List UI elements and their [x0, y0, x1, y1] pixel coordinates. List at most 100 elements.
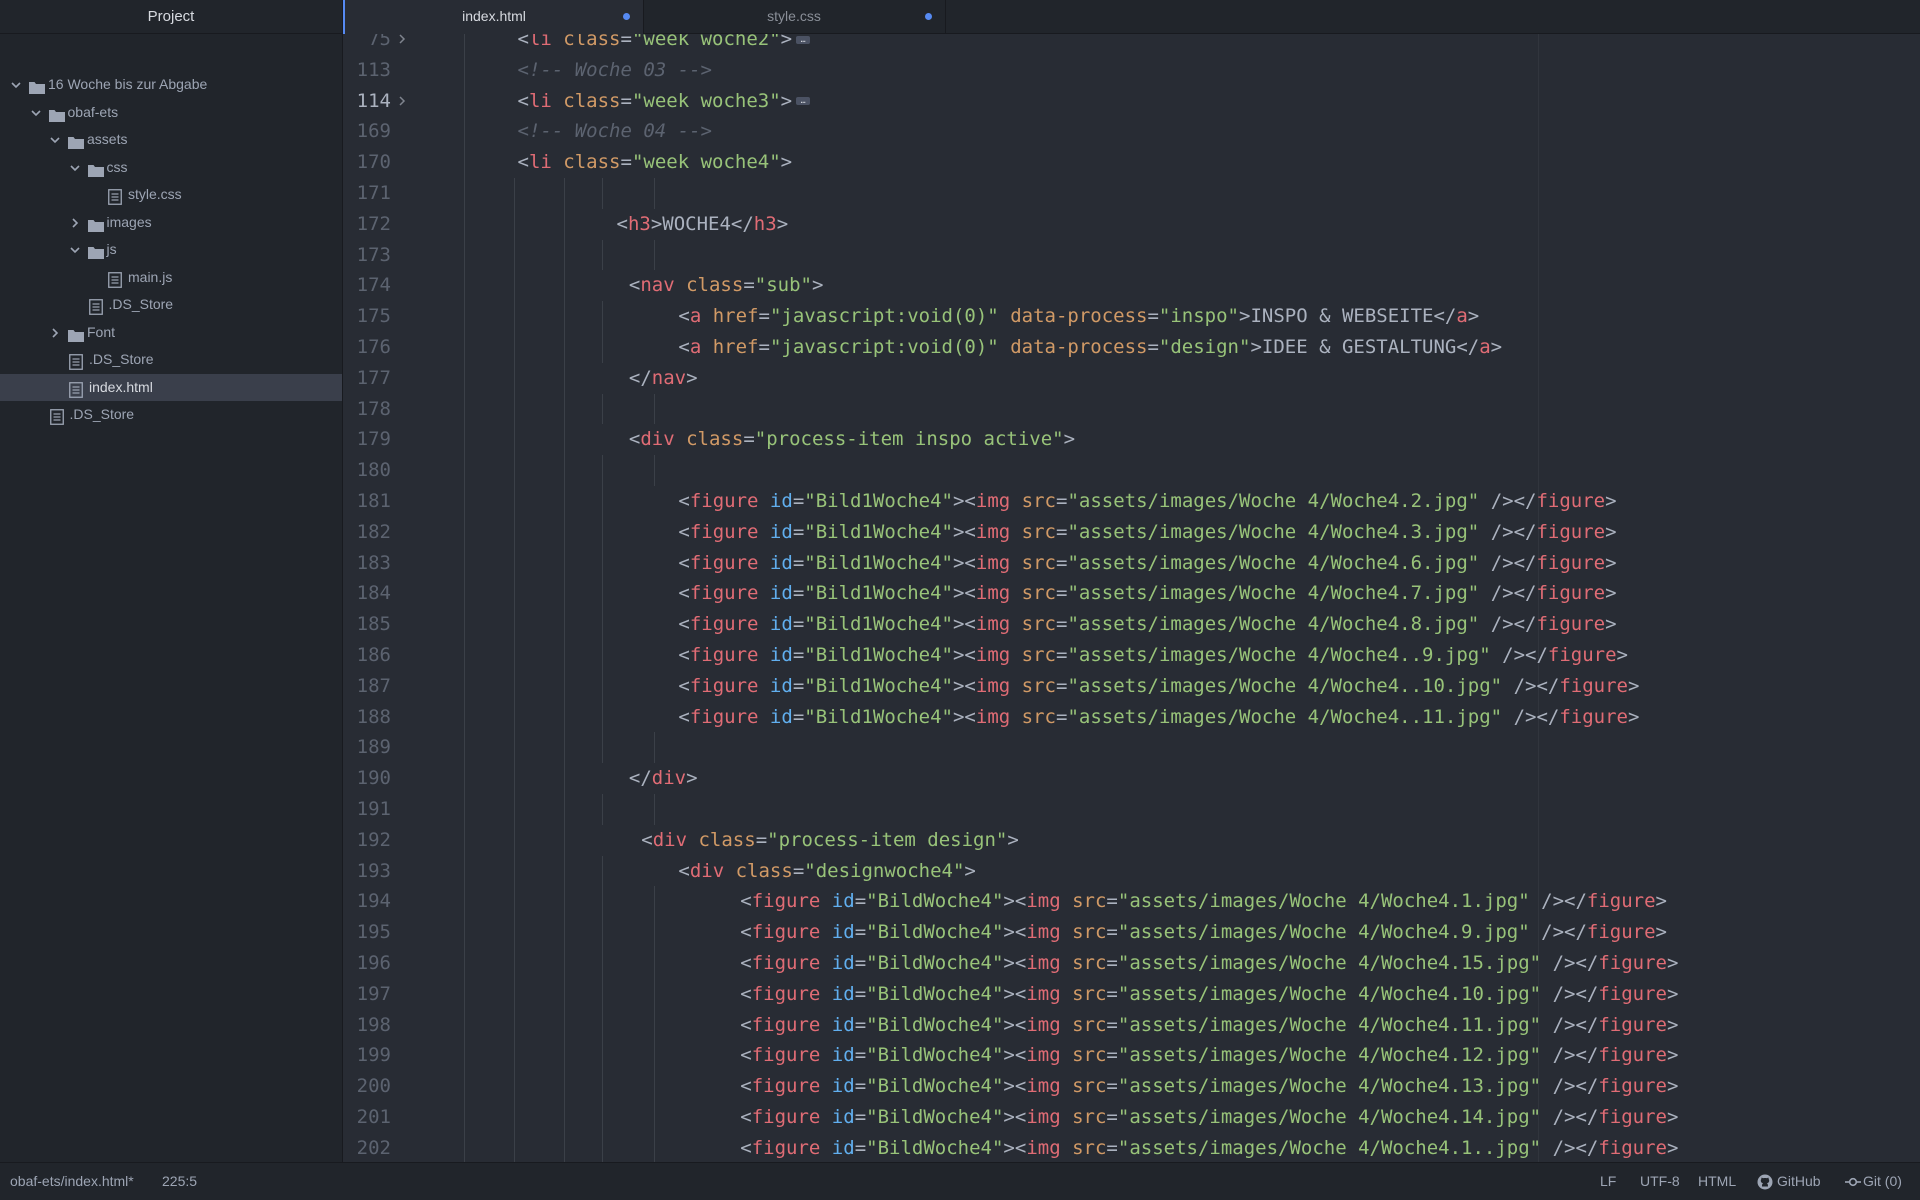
code-token: class [698, 828, 756, 851]
indent-guide [654, 794, 655, 825]
code-token: < [517, 89, 529, 112]
fold-chevron-icon[interactable] [398, 86, 410, 117]
tree-folder[interactable]: css [0, 154, 342, 181]
code-area[interactable]: <li class="week woche2">… <!-- Woche 03 -… [464, 34, 1920, 1163]
tree-file[interactable]: .DS_Store [0, 346, 342, 373]
tree-item-label: .DS_Store [69, 406, 135, 422]
indent-guide [464, 178, 465, 209]
code-token: "assets/images/Woche 4/Woche4..10.jpg" [1067, 674, 1503, 697]
code-line[interactable]: <figure id="Bild1Woche4"><img src="asset… [678, 702, 1639, 733]
code-line[interactable]: </nav> [629, 363, 698, 394]
fold-ellipsis-icon[interactable]: … [796, 35, 811, 44]
indent-guide [464, 1071, 465, 1102]
tree-folder[interactable]: Font [0, 319, 342, 346]
code-line[interactable]: <a href="javascript:void(0)" data-proces… [678, 301, 1479, 332]
tree-file[interactable]: .DS_Store [0, 291, 342, 318]
fold-ellipsis-icon[interactable]: … [796, 97, 811, 106]
code-line[interactable]: <figure id="Bild1Woche4"><img src="asset… [678, 517, 1616, 548]
code-line[interactable]: <figure id="Bild1Woche4"><img src="asset… [678, 548, 1616, 579]
code-line[interactable]: <li class="week woche4"> [518, 147, 793, 178]
encoding-status[interactable]: UTF-8 [1640, 1163, 1680, 1200]
tree-folder[interactable]: 16 Woche bis zur Abgabe [0, 71, 342, 98]
code-editor[interactable]: 75 113 114 169 170 171 172 173 174 175 176 177 178 17… [343, 34, 1920, 1163]
code-token: >< [952, 644, 976, 666]
tree-folder[interactable]: obaf-ets [0, 99, 342, 126]
code-line[interactable]: </div> [629, 763, 698, 794]
code-token: "BildWoche4" [866, 952, 1004, 974]
tab-index-html[interactable]: index.html [343, 0, 644, 34]
tree-file[interactable]: index.html [0, 373, 342, 401]
indent-guide [602, 732, 603, 764]
code-line[interactable]: <!-- Woche 03 --> [518, 55, 712, 86]
tree-folder[interactable]: js [0, 236, 342, 263]
indent-guide [564, 1102, 565, 1133]
line-number: 189 [356, 736, 391, 759]
line-number: 198 [356, 1013, 391, 1036]
code-token: div [689, 859, 725, 882]
code-line[interactable]: <figure id="BildWoche4"><img src="assets… [740, 979, 1678, 1010]
code-line[interactable]: <figure id="BildWoche4"><img src="assets… [740, 1071, 1678, 1102]
code-token: = [743, 428, 755, 451]
code-token: = [854, 1075, 867, 1098]
line-number: 170 [356, 151, 391, 174]
code-token: = [620, 151, 632, 174]
code-line[interactable]: <figure id="Bild1Woche4"><img src="asset… [678, 609, 1616, 640]
tree-folder[interactable]: images [0, 209, 342, 236]
code-line[interactable]: <div class="process-item inspo active"> [629, 424, 1075, 455]
code-token: < [740, 890, 752, 913]
code-token: id [831, 890, 855, 913]
code-line[interactable]: <a href="javascript:void(0)" data-proces… [678, 332, 1502, 363]
file-path-status[interactable]: obaf-ets/index.html* [10, 1163, 134, 1200]
indent-guide [602, 578, 603, 610]
tree-folder[interactable]: assets [0, 126, 342, 153]
line-ending-status[interactable]: LF [1600, 1163, 1616, 1200]
tree-file[interactable]: style.css [0, 181, 342, 208]
code-line[interactable]: <figure id="Bild1Woche4"><img src="asset… [678, 486, 1616, 517]
code-token: id [769, 674, 793, 697]
code-line[interactable]: <figure id="BildWoche4"><img src="assets… [740, 1010, 1678, 1041]
code-line[interactable]: <figure id="BildWoche4"><img src="assets… [740, 917, 1667, 948]
code-token: "design" [1158, 336, 1251, 358]
code-token: /></ [1479, 520, 1537, 543]
cursor-position-status[interactable]: 225:5 [162, 1163, 197, 1200]
line-number: 202 [356, 1136, 391, 1159]
code-line[interactable]: <figure id="BildWoche4"><img src="assets… [740, 1102, 1678, 1133]
indent-guide [654, 1132, 655, 1163]
code-token: "Bild1Woche4" [804, 520, 953, 543]
code-line[interactable]: <li class="week woche2">… [518, 34, 811, 55]
code-line[interactable]: <div class="designwoche4"> [678, 856, 976, 887]
grammar-status[interactable]: HTML [1698, 1163, 1736, 1200]
fold-chevron-icon[interactable] [398, 34, 410, 55]
code-line[interactable]: <li class="week woche3">… [518, 86, 811, 117]
code-line[interactable]: <figure id="Bild1Woche4"><img src="asset… [678, 578, 1616, 609]
code-line[interactable]: <figure id="BildWoche4"><img src="assets… [740, 948, 1678, 979]
code-line[interactable]: <div class="process-item design"> [641, 825, 1019, 856]
code-line[interactable]: <figure id="BildWoche4"><img src="assets… [740, 1040, 1678, 1071]
tab-style-css[interactable]: style.css [643, 0, 946, 33]
code-token: < [641, 828, 653, 851]
tab-bar: index.html style.css [343, 0, 1920, 34]
code-line[interactable]: <h3>WOCHE4</h3> [617, 209, 789, 240]
code-line[interactable]: <figure id="Bild1Woche4"><img src="asset… [678, 671, 1639, 702]
code-token: "week woche4" [631, 151, 781, 174]
code-line[interactable]: <!-- Woche 04 --> [518, 116, 712, 147]
code-token: "assets/images/Woche 4/Woche4.7.jpg" [1067, 582, 1480, 605]
code-line[interactable]: <figure id="BildWoche4"><img src="assets… [740, 1133, 1678, 1163]
indent-guide [564, 516, 565, 548]
code-token: >< [952, 551, 976, 574]
code-token: li [528, 89, 552, 112]
code-token: "assets/images/Woche 4/Woche4.2.jpg" [1067, 490, 1480, 512]
tree-file[interactable]: .DS_Store [0, 401, 342, 428]
indent-guide [514, 424, 515, 456]
file-icon [49, 407, 64, 434]
code-token: figure [1598, 1136, 1667, 1159]
code-line[interactable]: <figure id="Bild1Woche4"><img src="asset… [678, 640, 1628, 671]
code-token: img [975, 490, 1011, 512]
tree-file[interactable]: main.js [0, 264, 342, 291]
code-line[interactable]: <nav class="sub"> [629, 270, 824, 301]
code-line[interactable]: <figure id="BildWoche4"><img src="assets… [740, 886, 1667, 917]
code-token: </ [628, 366, 652, 389]
